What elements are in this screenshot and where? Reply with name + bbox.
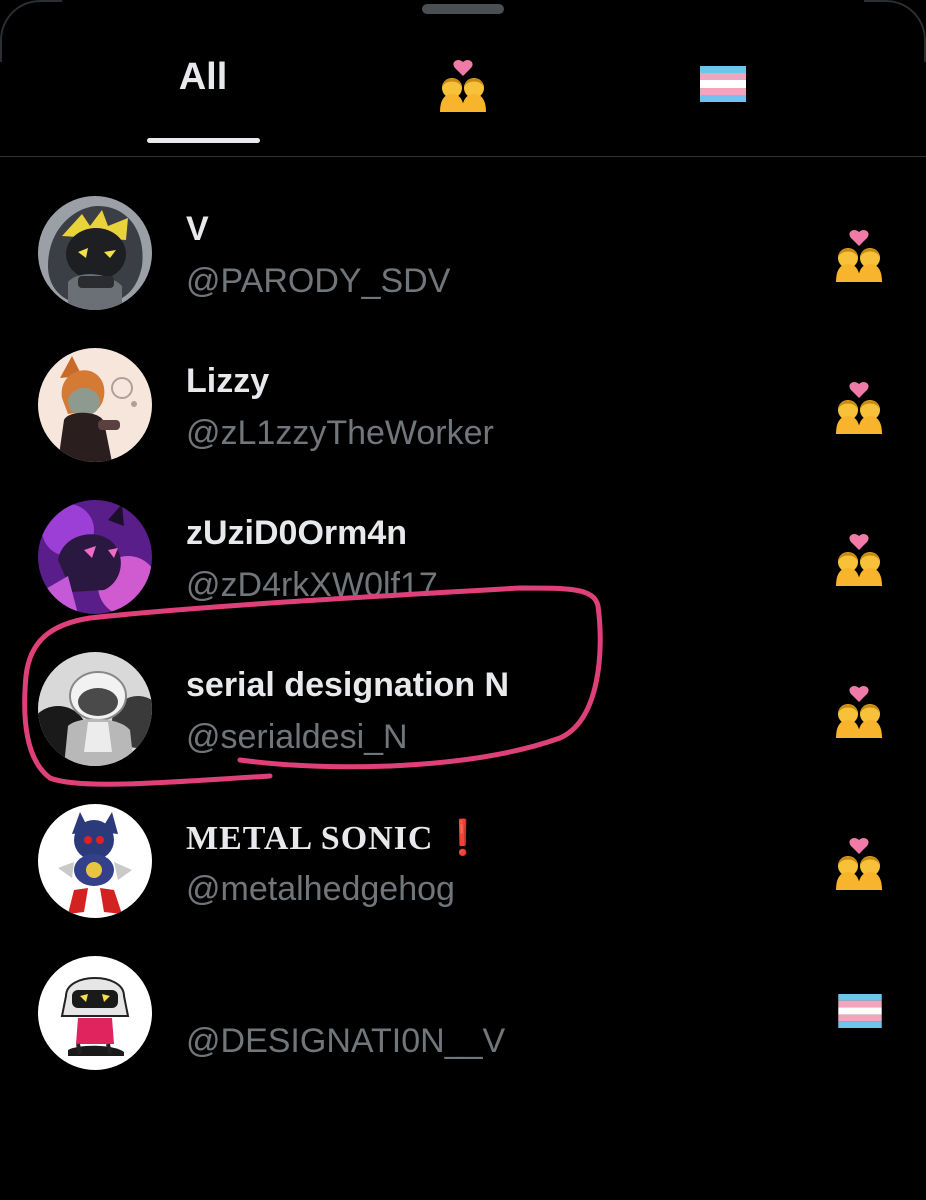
avatar-image bbox=[38, 652, 152, 766]
avatar[interactable] bbox=[38, 196, 152, 310]
avatar-image bbox=[38, 804, 152, 918]
couple-with-heart-icon bbox=[836, 685, 882, 738]
account-handle: @zL1zzyTheWorker bbox=[186, 414, 494, 452]
account-name: V bbox=[186, 210, 209, 248]
couple-with-heart-icon bbox=[440, 59, 486, 112]
list-item[interactable]: serial designation N @serialdesi_N bbox=[0, 642, 926, 792]
account-handle: @DESIGNATI0N__V bbox=[186, 1022, 506, 1060]
avatar[interactable] bbox=[38, 956, 152, 1070]
account-handle: @PARODY_SDV bbox=[186, 262, 451, 300]
bottom-sheet: All V @PARODY_SDV Lizzy @zL1zzyTheWorker… bbox=[0, 0, 926, 1200]
account-handle: @zD4rkXW0lf17 bbox=[186, 566, 438, 604]
couple-with-heart-icon bbox=[836, 533, 882, 586]
transgender-flag-icon bbox=[838, 994, 882, 1028]
avatar[interactable] bbox=[38, 652, 152, 766]
avatar-image bbox=[38, 500, 152, 614]
transgender-flag-icon bbox=[700, 66, 746, 102]
list-item[interactable]: @DESIGNATI0N__V bbox=[0, 946, 926, 1096]
list-item[interactable]: METAL SONIC ❗ @metalhedgehog bbox=[0, 794, 926, 944]
sheet-grab-handle[interactable] bbox=[422, 4, 504, 14]
avatar[interactable] bbox=[38, 348, 152, 462]
account-name: METAL SONIC ❗ bbox=[186, 818, 485, 858]
avatar-image bbox=[38, 348, 152, 462]
tabs-divider bbox=[0, 156, 926, 157]
tab-couple-with-heart[interactable] bbox=[400, 30, 526, 156]
couple-with-heart-icon bbox=[836, 229, 882, 282]
account-name: serial designation N bbox=[186, 666, 510, 704]
list-item[interactable]: V @PARODY_SDV bbox=[0, 186, 926, 336]
couple-with-heart-icon bbox=[836, 381, 882, 434]
account-handle: @serialdesi_N bbox=[186, 718, 408, 756]
couple-with-heart-icon bbox=[836, 837, 882, 890]
account-handle: @metalhedgehog bbox=[186, 870, 455, 908]
filter-tabs: All bbox=[0, 30, 926, 156]
exclamation-icon: ❗ bbox=[441, 818, 485, 858]
list-item[interactable]: zUziD0Orm4n @zD4rkXW0lf17 bbox=[0, 490, 926, 640]
account-name: Lizzy bbox=[186, 362, 270, 400]
avatar[interactable] bbox=[38, 804, 152, 918]
avatar-image bbox=[38, 196, 152, 310]
account-name-text: METAL SONIC bbox=[186, 820, 434, 857]
tab-transgender-flag[interactable] bbox=[660, 30, 786, 156]
avatar[interactable] bbox=[38, 500, 152, 614]
tab-all-label: All bbox=[178, 56, 228, 98]
selected-tab-indicator bbox=[147, 138, 260, 143]
account-name: zUziD0Orm4n bbox=[186, 514, 408, 552]
avatar-image bbox=[38, 956, 152, 1070]
list-item[interactable]: Lizzy @zL1zzyTheWorker bbox=[0, 338, 926, 488]
